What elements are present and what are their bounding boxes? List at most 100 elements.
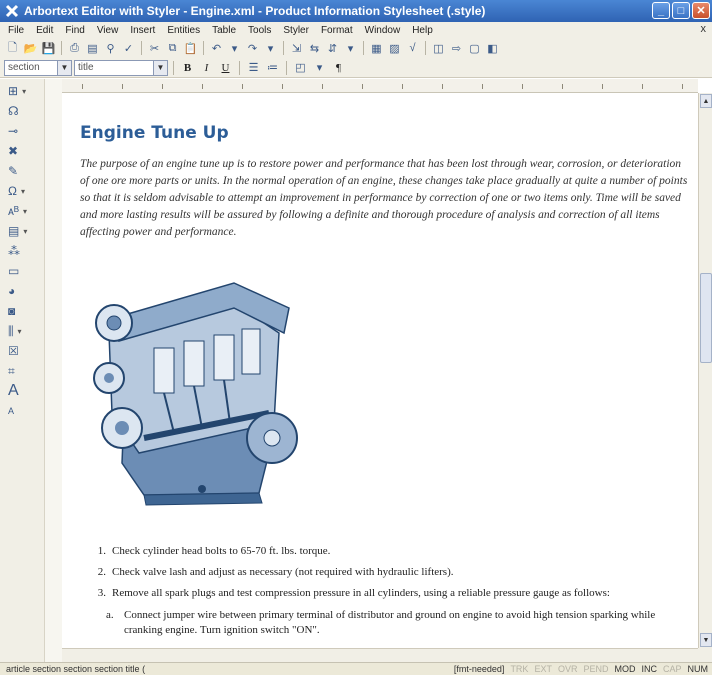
paste-icon[interactable]: 📋 [182,40,199,57]
find-binoculars-icon[interactable]: ⚲ [102,40,119,57]
change-markup-icon[interactable]: ⇆ [306,40,323,57]
decrease-font-icon[interactable]: A [2,401,38,421]
new-document-icon[interactable]: 🗋 [4,40,21,57]
bold-button[interactable]: B [179,59,196,76]
undo-icon[interactable]: ↶ [208,40,225,57]
scroll-up-icon[interactable]: ▲ [700,94,712,108]
special-characters-icon[interactable]: Ω ▾ [2,181,38,201]
publish-icon[interactable]: ⇨ [448,40,465,57]
align-icon[interactable]: ⫼ ▾ [2,321,38,341]
insert-graphic-icon[interactable]: ▨ [386,40,403,57]
split-markup-icon[interactable]: ⇵ [324,40,341,57]
scrollbar-corner [698,648,712,662]
chevron-down-icon[interactable]: ▼ [153,60,167,75]
horizontal-scrollbar[interactable] [62,648,698,662]
menu-insert[interactable]: Insert [124,25,161,36]
title-bar: Arbortext Editor with Styler - Engine.xm… [0,0,712,22]
print-preview-icon[interactable]: ▤ [84,40,101,57]
menu-tools[interactable]: Tools [242,25,277,36]
print-icon[interactable]: ⎙ [66,40,83,57]
menu-format[interactable]: Format [315,25,359,36]
minimize-button[interactable]: _ [652,2,670,19]
toolbar-separator [363,41,364,55]
scroll-down-icon[interactable]: ▼ [700,633,712,647]
document-close-icon[interactable]: x [701,23,707,35]
toolbar-separator [283,41,284,55]
chevron-down-icon[interactable]: ▼ [57,60,71,75]
element-select-value: section [8,62,40,73]
cap-indicator: CAP [662,664,682,674]
preview-icon[interactable]: ◫ [430,40,447,57]
toolbar-separator [239,60,240,75]
toolbar-separator [425,41,426,55]
scrollbar-thumb[interactable] [700,273,712,363]
document-map-icon[interactable]: ⊞ ▾ [2,81,38,101]
menu-styler[interactable]: Styler [277,25,315,36]
insert-media-icon[interactable]: ▭ [2,261,38,281]
toolbar-separator [173,60,174,75]
toolbar-separator [286,60,287,75]
sub-list-item-text: Connect jumper wire between primary term… [124,609,656,636]
menu-entities[interactable]: Entities [161,25,206,36]
redo-icon[interactable]: ↷ [244,40,261,57]
insert-element-icon[interactable]: ◰ [292,59,309,76]
menu-view[interactable]: View [91,25,125,36]
list-item-text: Check valve lash and adjust as necessary… [112,566,454,578]
insert-markup-icon[interactable]: ⇲ [288,40,305,57]
menu-file[interactable]: File [2,25,30,36]
tag-strip [44,79,62,662]
spellcheck-icon[interactable]: ✓ [120,40,137,57]
insert-element-dropdown-icon[interactable]: ▾ [311,59,328,76]
intro-paragraph: The purpose of an engine tune up is to r… [80,158,688,238]
window-controls: _ □ ✕ [652,2,710,19]
save-icon[interactable]: 💾 [40,40,57,57]
view-normal-icon[interactable]: ▢ [466,40,483,57]
document-editor[interactable]: Engine Tune Up The purpose of an engine … [62,93,698,648]
link-icon[interactable]: ☊ [2,101,38,121]
bulleted-list-icon[interactable]: ≔ [264,59,281,76]
undo-dropdown-icon[interactable]: ▾ [226,40,243,57]
menu-find[interactable]: Find [59,25,90,36]
insert-equation-icon[interactable]: √ [404,40,421,57]
list-item-number: 1. [97,545,106,557]
mod-indicator: MOD [614,664,636,674]
insert-frame-icon[interactable]: ▤ ▾ [2,221,38,241]
footnote-icon[interactable]: ⁂ [2,241,38,261]
color-icon[interactable]: ◕ [2,281,38,301]
resize-icon[interactable]: ⌗ [2,361,38,381]
close-button[interactable]: ✕ [692,2,710,19]
inc-indicator: INC [641,664,657,674]
show-tags-button[interactable]: ¶ [330,59,347,76]
menu-window[interactable]: Window [359,25,407,36]
insert-label-icon[interactable]: ᴀᴮ ▾ [2,201,38,221]
italic-button[interactable]: I [198,59,215,76]
cross-reference-icon[interactable]: ⊸ [2,121,38,141]
vertical-scrollbar[interactable]: ▲ ▼ [698,93,712,648]
page-title: Engine Tune Up [80,123,229,143]
copy-icon[interactable]: ⧉ [164,40,181,57]
insert-table-icon[interactable]: ▦ [368,40,385,57]
style-select[interactable]: title ▼ [74,59,168,76]
window-title: Arbortext Editor with Styler - Engine.xm… [24,4,486,18]
open-folder-icon[interactable]: 📂 [22,40,39,57]
table-properties-icon[interactable]: ☒ [2,341,38,361]
underline-button[interactable]: U [217,59,234,76]
menu-help[interactable]: Help [406,25,439,36]
callout-icon[interactable]: ◙ [2,301,38,321]
status-indicators: [fmt-needed] TRK EXT OVR PEND MOD INC CA… [454,664,708,674]
arbortext-app-icon[interactable] [4,3,20,19]
redo-dropdown-icon[interactable]: ▾ [262,40,279,57]
edit-attributes-icon[interactable]: ✎ [2,161,38,181]
markup-dropdown-icon[interactable]: ▾ [342,40,359,57]
cut-icon[interactable]: ✂ [146,40,163,57]
delete-markup-icon[interactable]: ✖ [2,141,38,161]
maximize-button[interactable]: □ [672,2,690,19]
menu-table[interactable]: Table [206,25,242,36]
element-select[interactable]: section ▼ [4,59,72,76]
menu-edit[interactable]: Edit [30,25,59,36]
numbered-list-icon[interactable]: ☰ [245,59,262,76]
ovr-indicator: OVR [557,664,578,674]
view-split-icon[interactable]: ◧ [484,40,501,57]
increase-font-icon[interactable]: A [2,381,38,401]
standard-toolbar: 🗋 📂 💾 ⎙ ▤ ⚲ ✓ ✂ ⧉ 📋 ↶ ▾ ↷ ▾ ⇲ ⇆ ⇵ ▾ ▦ ▨ … [0,38,712,58]
